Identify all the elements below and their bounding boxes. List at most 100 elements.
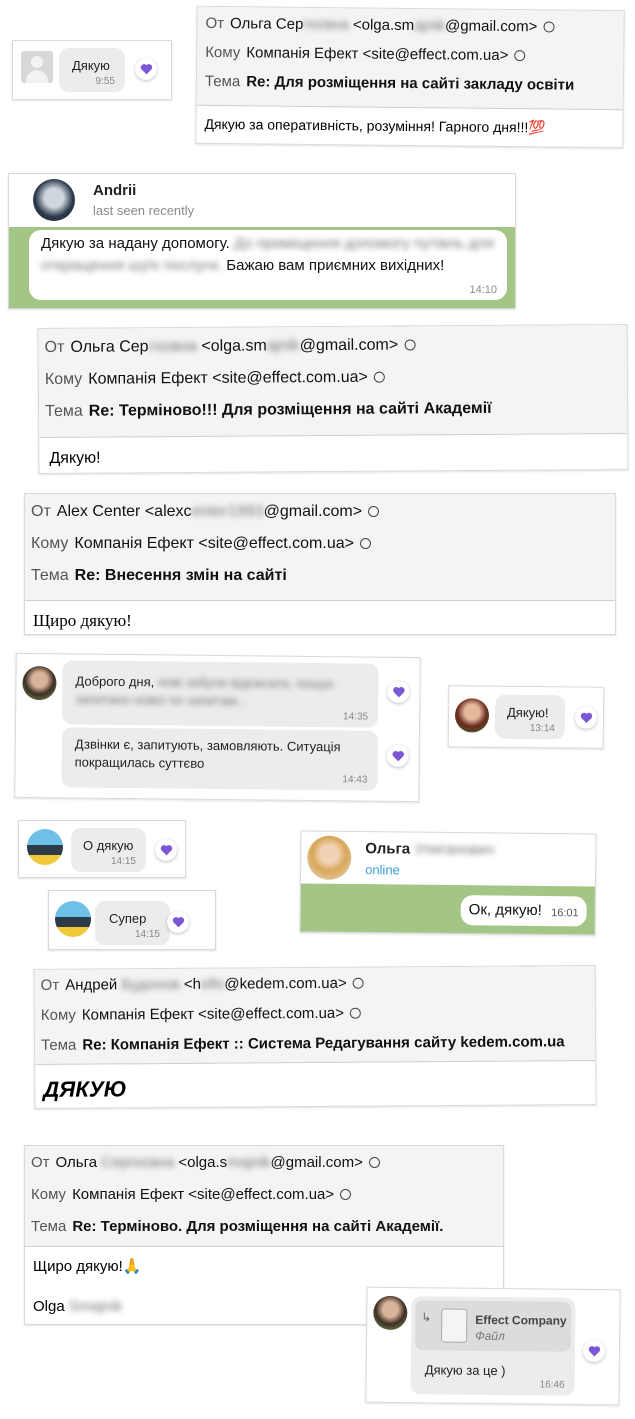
telegram-card-1: Andrii last seen recently Дякую за надан… — [8, 173, 516, 309]
contact-icon — [543, 21, 555, 33]
sender-name-blurred: Сергєєвна — [101, 1154, 175, 1171]
from-label: От — [31, 1154, 50, 1171]
heart-icon[interactable] — [167, 911, 189, 933]
avatar — [454, 698, 490, 733]
avatar — [27, 829, 63, 865]
sender-email: <olga.sm — [352, 16, 415, 35]
contact-name-blurred: Улиганович — [414, 840, 495, 859]
to-label: Кому — [44, 370, 83, 389]
to-label: Кому — [205, 43, 241, 62]
sender-name: Ольга — [55, 1154, 98, 1171]
sender-email: <h — [183, 975, 202, 993]
to-label: Кому — [31, 1186, 67, 1203]
message-bubble: Дякую 9:55 — [59, 48, 125, 92]
viber-card-6: ↳ Effect Company Файл Дякую за це ) 16:4… — [365, 1286, 621, 1406]
sender-email-blurred: enter1993 — [191, 503, 264, 520]
to-label: Кому — [31, 535, 69, 552]
email-subject: Re: Внесення змін на сайті — [74, 567, 287, 584]
avatar — [373, 1295, 408, 1331]
recipient: Компанія Ефект <site@effect.com.ua> — [74, 535, 354, 552]
message-bubble: Дякую за надану допомогу. До приміщення … — [29, 230, 507, 300]
message-text: Дякую — [72, 58, 110, 73]
file-label: Файл — [475, 1328, 505, 1344]
forwarded-file[interactable]: ↳ Effect Company Файл — [414, 1300, 572, 1352]
contact-icon — [340, 1189, 352, 1200]
contact-icon — [514, 50, 526, 62]
file-icon — [441, 1308, 468, 1343]
subject-label: Тема — [31, 1218, 67, 1235]
contact-icon — [404, 339, 416, 351]
message-time: 13:14 — [529, 723, 555, 735]
subject-label: Тема — [204, 72, 241, 91]
avatar — [307, 835, 352, 880]
sender-name-blurred: Будонов — [121, 975, 180, 994]
signature-blurred: Smajnik — [68, 1298, 123, 1315]
email-subject: Re: Компанія Ефект :: Система Редагуванн… — [82, 1033, 565, 1054]
message-time: 14:15 — [110, 856, 136, 867]
message-bubble: Дзвінки є, запитують, замовляють. Ситуац… — [61, 727, 378, 791]
message-time: 9:55 — [95, 76, 115, 87]
email-body: Дякую за оперативність, розуміння! Гарно… — [204, 115, 546, 136]
recipient: Компанія Ефект <site@effect.com.ua> — [72, 1186, 335, 1203]
message-text: Супер — [109, 911, 147, 926]
sender-name: Андрей — [65, 976, 118, 994]
sender-email-blurred: ello — [200, 975, 225, 993]
recipient: Компанія Ефект <site@effect.com.ua> — [88, 368, 368, 388]
file-sender: Effect Company — [475, 1312, 567, 1328]
email-body: Щиро дякую!🙏 — [33, 1258, 142, 1275]
message-time: 16:01 — [551, 907, 579, 920]
message-text: Дякую за надану допомогу. До приміщення … — [41, 235, 494, 274]
email-body: Щиро дякую! — [33, 611, 132, 630]
viber-card-3: Дякую! 13:14 — [447, 685, 605, 749]
email-subject: Re: Для розміщення на сайті закладу осві… — [246, 73, 575, 94]
heart-icon[interactable] — [574, 706, 598, 729]
email-subject: Re: Терміново. Для розміщення на сайті А… — [72, 1218, 444, 1235]
viber-card-4: О дякую 14:15 — [18, 820, 186, 878]
heart-icon[interactable] — [135, 58, 157, 80]
message-text: О дякую — [83, 838, 134, 853]
to-label: Кому — [40, 1006, 76, 1024]
message-text: Ок, дякую! — [468, 901, 542, 919]
from-label: От — [31, 503, 51, 520]
from-label: От — [205, 14, 225, 33]
sender-email-blurred: ajnik — [266, 337, 300, 355]
viber-card-2: Доброго дня, нові забули відписати, пошу… — [14, 652, 421, 803]
heart-icon[interactable] — [582, 1339, 606, 1363]
avatar — [22, 665, 57, 701]
email-header: ОтОльга Сергєєвна <olga.smajnik@gmail.co… — [25, 1146, 503, 1247]
sender-name-blurred: гєєвна — [303, 15, 349, 34]
message-time: 14:15 — [134, 929, 160, 940]
subject-label: Тема — [31, 567, 69, 584]
message-bubble: Дякую! 13:14 — [494, 694, 566, 740]
contact-status: online — [365, 862, 400, 878]
message-bubble: Ок, дякую! 16:01 — [460, 895, 587, 927]
email-card-4: От Андрей Будонов <h ello @kedem.com.ua> Ко… — [33, 965, 597, 1109]
sender-email-blurred: ajnik — [414, 17, 446, 35]
sender-email-blurred: majnik — [227, 1154, 271, 1171]
avatar — [55, 901, 91, 937]
viber-card-5: Супер 14:15 — [48, 890, 216, 950]
email-header: От Alex Center <alexc enter1993 @gmail.com>… — [25, 494, 615, 601]
chat-header: Andrii last seen recently — [9, 174, 515, 227]
message-bubble: ↳ Effect Company Файл Дякую за це ) 16:4… — [410, 1296, 576, 1396]
email-card-3: От Alex Center <alexc enter1993 @gmail.com>… — [24, 493, 616, 635]
heart-icon[interactable] — [387, 680, 410, 704]
message-time: 14:43 — [342, 774, 368, 786]
subject-label: Тема — [45, 402, 83, 421]
from-label: От — [44, 338, 65, 357]
message-bubble: Супер 14:15 — [95, 901, 170, 945]
from-label: От — [40, 976, 60, 994]
contact-icon — [373, 371, 385, 383]
contact-name: Ольга Улиганович — [365, 840, 495, 859]
heart-icon[interactable] — [155, 839, 177, 861]
reply-arrow-icon: ↳ — [421, 1310, 432, 1325]
avatar — [33, 179, 75, 221]
sender-email: <olga.sm — [201, 337, 267, 355]
sender-name: Ольга Сер — [230, 15, 304, 33]
email-body: ДЯКУЮ — [43, 1076, 127, 1102]
avatar-placeholder — [21, 51, 53, 83]
telegram-card-2: Ольга Улиганович online Ок, дякую! 16:01 — [299, 830, 597, 936]
heart-icon[interactable] — [386, 744, 409, 768]
message-text: Дякую за це ) — [424, 1362, 506, 1379]
email-header: ОтОльга Сергєєвна <olga.smajnik@gmail.co… — [196, 6, 624, 111]
